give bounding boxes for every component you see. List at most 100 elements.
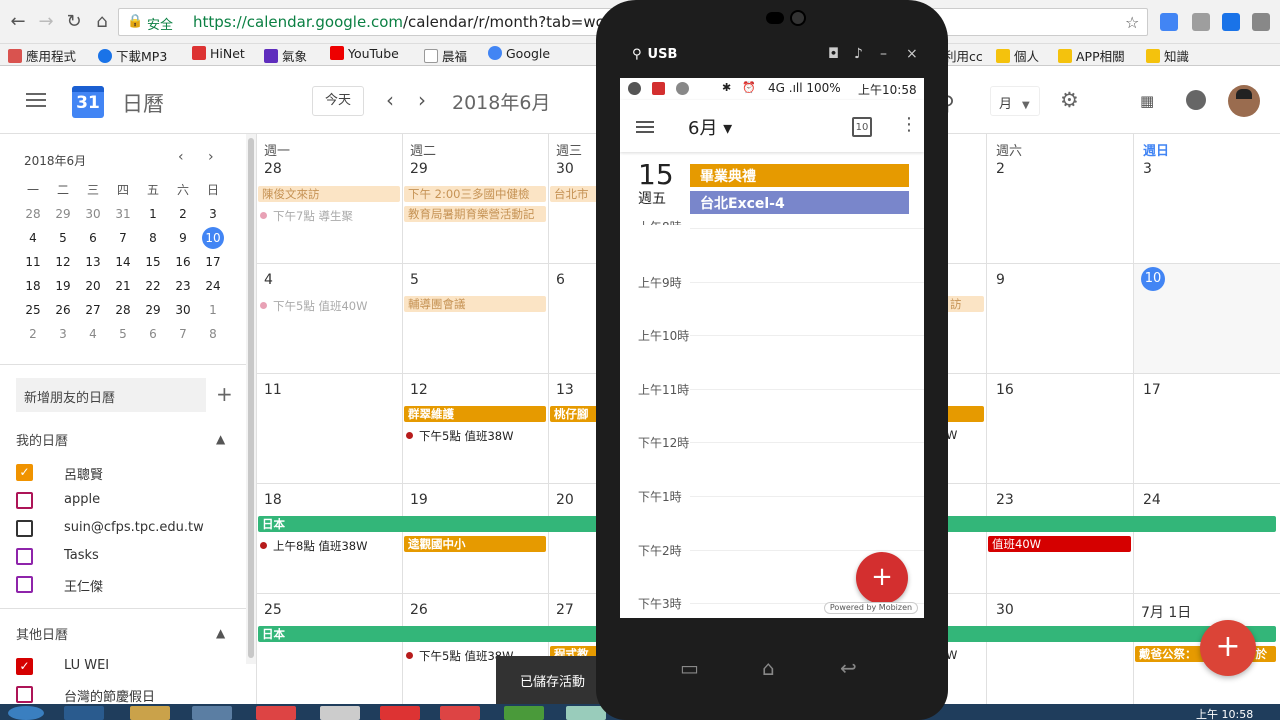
date-cell[interactable]: 16	[996, 382, 1014, 398]
mini-date-cell[interactable]: 13	[78, 250, 108, 274]
mini-date-cell[interactable]: 17	[198, 250, 228, 274]
mini-date-cell[interactable]: 20	[78, 274, 108, 298]
mini-prev-icon[interactable]: ‹	[178, 149, 184, 165]
calendar-checkbox[interactable]: ✓	[16, 464, 33, 481]
mini-date-cell[interactable]: 6	[78, 226, 108, 250]
bookmark-folder[interactable]: 知識	[1146, 46, 1189, 64]
date-cell[interactable]: 30	[996, 602, 1014, 618]
mirror-record-icon[interactable]: ◘	[828, 46, 839, 62]
date-cell[interactable]: 26	[410, 602, 428, 618]
today-button[interactable]: 今天	[312, 86, 364, 116]
calendar-checkbox[interactable]	[16, 548, 33, 565]
event-chip[interactable]: 訪	[946, 296, 984, 312]
create-event-fab[interactable]: +	[1200, 620, 1256, 676]
taskbar-app-icon[interactable]	[440, 706, 480, 720]
mini-date-cell[interactable]: 5	[48, 226, 78, 250]
mini-date-cell[interactable]: 27	[78, 298, 108, 322]
bookmark-hinet[interactable]: HiNet	[192, 46, 245, 64]
start-button-icon[interactable]	[8, 706, 44, 720]
mini-date-cell[interactable]: 23	[168, 274, 198, 298]
my-calendars-header[interactable]: 我的日曆	[16, 430, 68, 449]
mini-date-cell[interactable]: 25	[18, 298, 48, 322]
taskbar-app-icon[interactable]	[64, 706, 104, 720]
view-select[interactable]: 月 ▼	[990, 86, 1040, 116]
phone-today-calendar-icon[interactable]: 10	[852, 117, 872, 137]
url-text[interactable]: https://calendar.google.com/calendar/r/m…	[193, 13, 604, 31]
mini-date-cell[interactable]: 21	[108, 274, 138, 298]
taskbar-app-icon[interactable]	[566, 706, 606, 720]
mini-date-cell[interactable]: 4	[18, 226, 48, 250]
today-date[interactable]: 10	[1141, 267, 1165, 291]
date-cell[interactable]: 4	[264, 272, 273, 288]
mini-date-cell[interactable]: 5	[108, 322, 138, 346]
mini-date-cell[interactable]: 14	[108, 250, 138, 274]
taskbar-app-icon[interactable]	[256, 706, 296, 720]
date-cell[interactable]: 2	[996, 161, 1005, 177]
minimize-icon[interactable]: –	[880, 46, 887, 62]
date-cell[interactable]: 25	[264, 602, 282, 618]
collapse-caret-icon[interactable]: ▲	[216, 432, 225, 446]
phone-more-icon[interactable]: ⋮	[900, 114, 918, 135]
bookmark-folder[interactable]: 利用cc	[944, 46, 983, 64]
star-icon[interactable]: ☆	[1125, 13, 1139, 32]
back-icon[interactable]: ←	[8, 12, 28, 32]
date-cell[interactable]: 9	[996, 272, 1005, 288]
mini-date-cell[interactable]: 26	[48, 298, 78, 322]
mini-date-cell[interactable]: 12	[48, 250, 78, 274]
taskbar-app-icon[interactable]	[130, 706, 170, 720]
bookmark-mp3[interactable]: 下載MP3	[98, 46, 167, 64]
mini-date-cell[interactable]: 19	[48, 274, 78, 298]
reload-icon[interactable]: ↻	[64, 12, 84, 32]
event-chip[interactable]: 群翠維護	[404, 406, 546, 422]
date-cell[interactable]: 24	[1143, 492, 1161, 508]
home-icon[interactable]: ⌂	[92, 12, 112, 32]
phone-add-event-fab[interactable]: +	[856, 552, 908, 604]
forward-icon[interactable]: →	[36, 12, 56, 32]
calendar-checkbox[interactable]	[16, 520, 33, 537]
phone-menu-icon[interactable]	[636, 121, 654, 133]
mini-date-cell[interactable]: 1	[198, 298, 228, 322]
date-cell[interactable]: 20	[556, 492, 574, 508]
mini-date-cell[interactable]: 4	[78, 322, 108, 346]
taskbar-app-icon[interactable]	[380, 706, 420, 720]
event-chip[interactable]: 輔導團會議	[404, 296, 546, 312]
mini-date-cell[interactable]: 28	[108, 298, 138, 322]
mini-date-cell[interactable]: 30	[168, 298, 198, 322]
menu-icon[interactable]	[26, 93, 46, 107]
event-chip[interactable]: 台北市	[550, 186, 600, 202]
taskbar-app-icon[interactable]	[320, 706, 360, 720]
date-cell[interactable]: 12	[410, 382, 428, 398]
phone-month-selector[interactable]: 6月 ▾	[688, 114, 732, 140]
prev-month-icon[interactable]: ‹	[386, 88, 394, 112]
sidebar-scrollbar[interactable]	[248, 138, 254, 658]
calendar-checkbox[interactable]	[16, 686, 33, 703]
home-key-icon[interactable]: ⌂	[762, 656, 775, 680]
mini-date-cell[interactable]: 15	[138, 250, 168, 274]
date-cell[interactable]: 28	[264, 161, 282, 177]
mini-date-cell[interactable]: 16	[168, 250, 198, 274]
mini-date-cell[interactable]: 3	[48, 322, 78, 346]
bookmark-apps[interactable]: 應用程式	[8, 46, 76, 64]
next-month-icon[interactable]: ›	[418, 88, 426, 112]
mini-date-cell[interactable]: 22	[138, 274, 168, 298]
mini-date-cell[interactable]: 29	[48, 202, 78, 226]
settings-gear-icon[interactable]: ⚙	[1060, 88, 1079, 112]
mini-date-cell[interactable]: 1	[138, 202, 168, 226]
event-chip[interactable]: 值班40W	[988, 536, 1131, 552]
event-dot-item[interactable]: 下午5點 值班40W	[260, 298, 367, 314]
date-cell[interactable]: 27	[556, 602, 574, 618]
date-cell[interactable]: 19	[410, 492, 428, 508]
avatar[interactable]	[1228, 85, 1260, 117]
add-friend-calendar-input[interactable]: 新增朋友的日曆	[16, 378, 206, 412]
mini-next-icon[interactable]: ›	[208, 149, 214, 165]
mini-date-cell[interactable]: 2	[168, 202, 198, 226]
recents-key-icon[interactable]: ▭	[680, 656, 699, 680]
gmail-extension-icon[interactable]	[1192, 13, 1210, 31]
extension-icon[interactable]	[1252, 13, 1270, 31]
calendar-checkbox[interactable]	[16, 492, 33, 509]
date-cell[interactable]: 6	[556, 272, 565, 288]
event-chip[interactable]: 下午 2:00三多國中健檢	[404, 186, 546, 202]
date-cell[interactable]: 7月 1日	[1141, 602, 1191, 622]
date-cell[interactable]: 23	[996, 492, 1014, 508]
event-chip[interactable]	[946, 406, 984, 422]
